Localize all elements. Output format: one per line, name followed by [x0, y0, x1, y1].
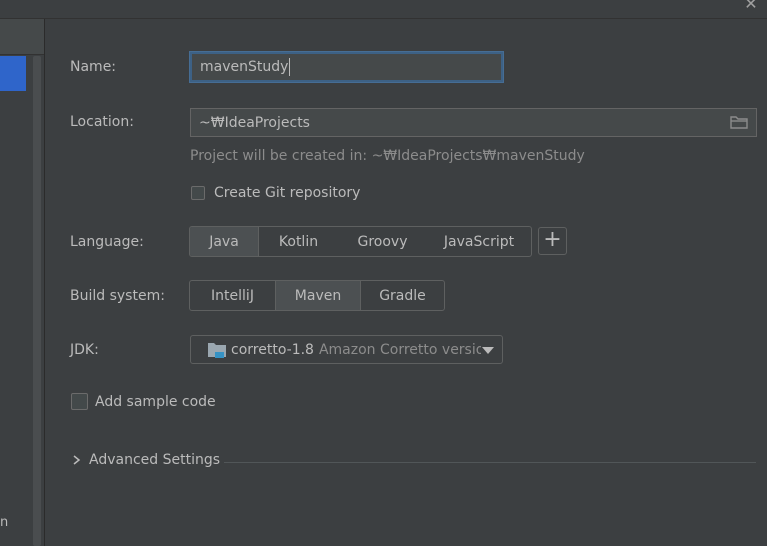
folder-icon[interactable]: [730, 115, 748, 129]
title-bar: ✕: [0, 0, 767, 19]
create-git-checkbox[interactable]: [191, 186, 205, 200]
language-option-javascript[interactable]: JavaScript: [427, 227, 531, 256]
close-icon[interactable]: ✕: [743, 0, 759, 12]
jdk-folder-icon: [208, 342, 226, 358]
language-option-kotlin[interactable]: Kotlin: [259, 227, 338, 256]
build-system-label: Build system:: [70, 288, 165, 304]
build-system-selector: IntelliJ Maven Gradle: [189, 280, 445, 311]
jdk-label: JDK:: [70, 342, 99, 358]
language-selector: Java Kotlin Groovy JavaScript: [189, 226, 532, 257]
advanced-settings-label: Advanced Settings: [89, 452, 221, 468]
add-sample-code-checkbox[interactable]: [71, 393, 88, 410]
jdk-dropdown[interactable]: corretto-1.8 Amazon Corretto versio: [190, 335, 503, 364]
language-option-groovy[interactable]: Groovy: [338, 227, 427, 256]
jdk-name: corretto-1.8: [231, 341, 314, 358]
name-label: Name:: [70, 59, 117, 75]
advanced-settings-toggle[interactable]: Advanced Settings: [70, 452, 220, 468]
add-sample-code-row[interactable]: Add sample code: [71, 393, 216, 410]
create-git-label: Create Git repository: [214, 185, 361, 201]
jdk-description: Amazon Corretto versio: [318, 341, 481, 358]
location-value: ~₩IdeaProjects: [199, 114, 310, 131]
project-path-hint: Project will be created in: ~₩IdeaProjec…: [190, 148, 585, 164]
name-field[interactable]: mavenStudy: [190, 52, 503, 82]
language-option-java[interactable]: Java: [190, 227, 259, 256]
add-sample-code-label: Add sample code: [95, 393, 216, 410]
build-option-maven[interactable]: Maven: [275, 281, 361, 310]
build-option-gradle[interactable]: Gradle: [361, 281, 444, 310]
new-project-dialog: ✕ n Name: mavenStudy Location: ~₩IdeaPro…: [0, 0, 767, 546]
location-field[interactable]: ~₩IdeaProjects: [190, 108, 757, 137]
location-label: Location:: [70, 114, 134, 130]
generators-sidebar: n: [0, 19, 45, 546]
sidebar-selected-item[interactable]: [0, 56, 26, 91]
sidebar-item-label: n: [0, 515, 9, 530]
plus-icon: +: [543, 227, 562, 252]
text-caret: [289, 58, 291, 76]
add-language-button[interactable]: +: [538, 227, 567, 255]
chevron-right-icon: [73, 455, 81, 465]
dropdown-arrow-icon: [482, 347, 494, 354]
build-option-intellij[interactable]: IntelliJ: [190, 281, 275, 310]
name-value: mavenStudy: [200, 59, 289, 75]
language-label: Language:: [70, 234, 144, 250]
advanced-settings-divider: [224, 462, 756, 463]
sidebar-header: [0, 19, 44, 55]
create-git-checkbox-row[interactable]: Create Git repository: [191, 185, 360, 201]
sidebar-scrollbar[interactable]: [33, 56, 41, 546]
